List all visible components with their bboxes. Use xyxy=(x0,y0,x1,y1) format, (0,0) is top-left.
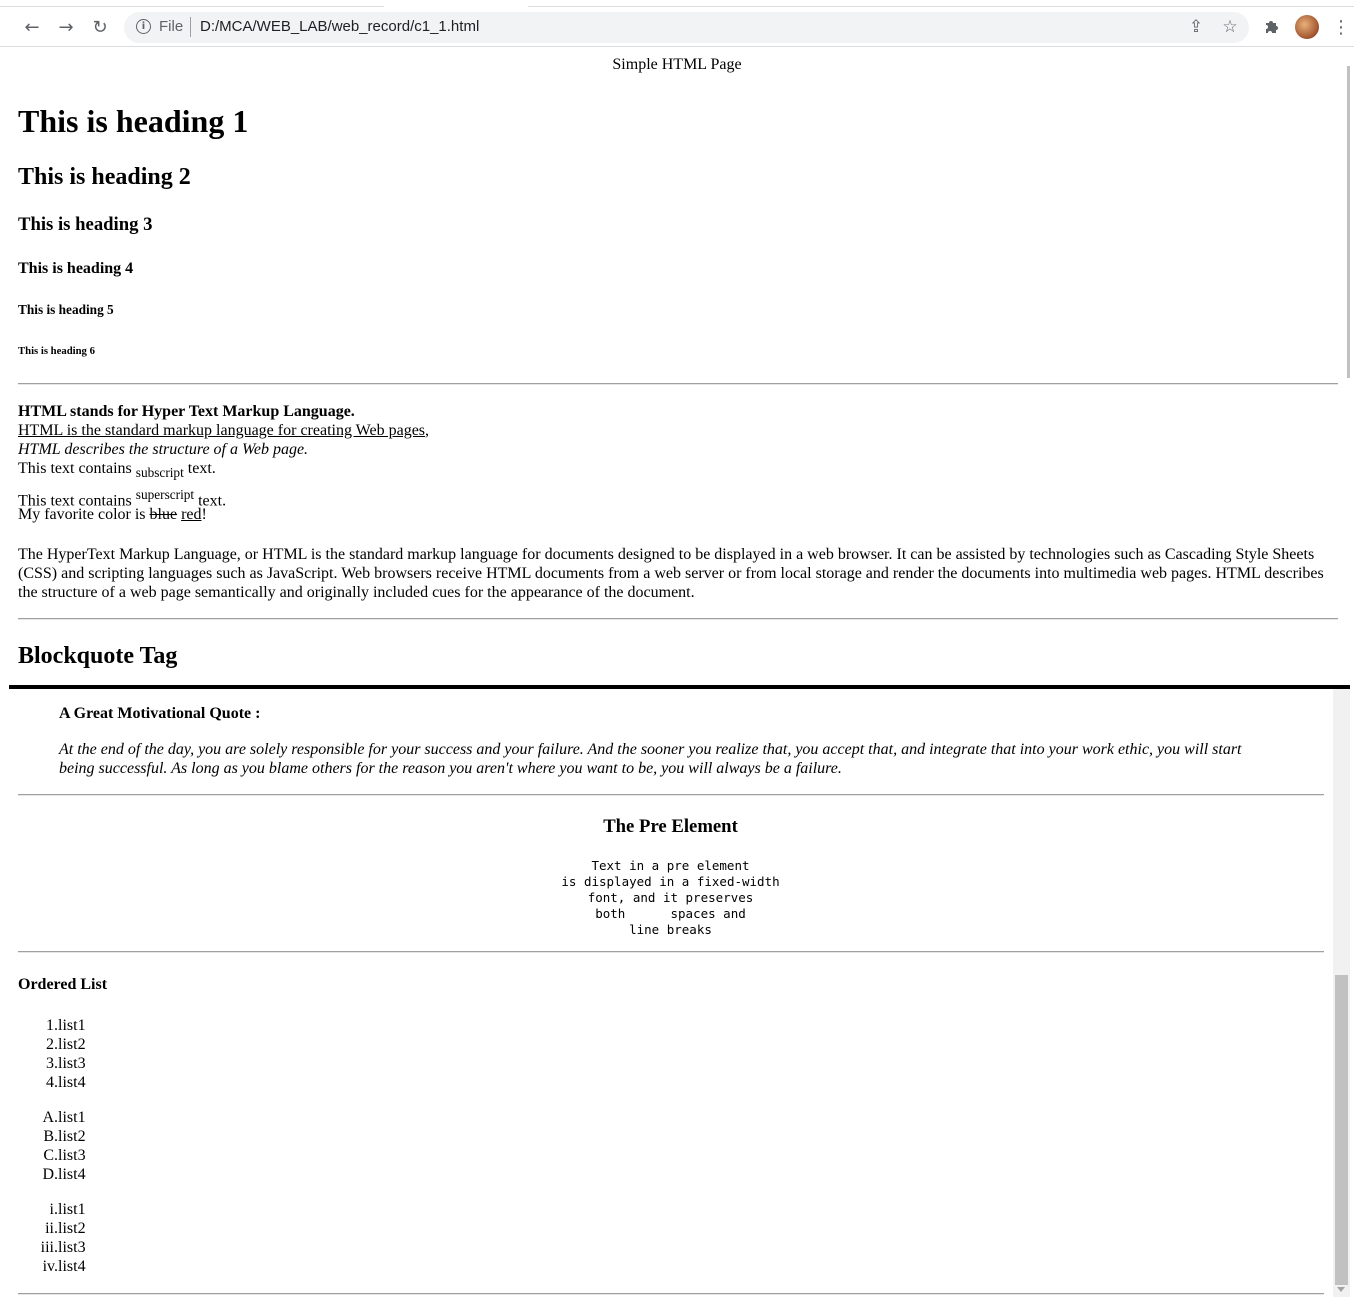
list-marker: 2. xyxy=(46,1036,58,1053)
list-item: i.list1 xyxy=(8,1201,86,1219)
list-item: iii.list3 xyxy=(8,1239,86,1257)
list-item: 1.list1 xyxy=(8,1017,86,1035)
subscript-prefix: This text contains xyxy=(18,460,136,477)
reload-icon[interactable]: ↻ xyxy=(87,14,113,40)
list-item-text: list3 xyxy=(58,1147,86,1164)
forward-arrow-icon[interactable]: → xyxy=(53,14,79,40)
list-item-text: list4 xyxy=(58,1074,86,1091)
ordered-list-title: Ordered List xyxy=(18,976,108,993)
screenshot-divider xyxy=(9,685,1350,689)
list-marker: i. xyxy=(49,1201,58,1218)
quote-heading: A Great Motivational Quote : xyxy=(59,705,261,722)
underline-comma: , xyxy=(425,422,430,439)
list-item: 4.list4 xyxy=(8,1074,86,1092)
horizontal-rule xyxy=(18,618,1338,620)
list-marker: A. xyxy=(42,1109,58,1126)
color-prefix: My favorite color is xyxy=(18,506,150,523)
list-item: C.list3 xyxy=(8,1147,86,1165)
tab-strip-edge xyxy=(0,6,384,7)
subscript-suffix: text. xyxy=(183,460,216,477)
share-icon[interactable]: ⇪ xyxy=(1186,17,1206,37)
page-title: Simple HTML Page xyxy=(612,56,742,73)
list-item-text: list1 xyxy=(58,1201,86,1218)
info-icon[interactable]: i xyxy=(136,19,151,34)
horizontal-rule xyxy=(18,951,1324,953)
heading-5: This is heading 5 xyxy=(18,302,114,317)
heading-1: This is heading 1 xyxy=(18,103,249,139)
horizontal-rule xyxy=(18,794,1324,796)
list-item-text: list2 xyxy=(58,1036,86,1053)
list-marker: iii. xyxy=(40,1239,58,1256)
pre-element-title: The Pre Element xyxy=(603,816,738,837)
list-item: B.list2 xyxy=(8,1128,86,1146)
list-marker: B. xyxy=(43,1128,58,1145)
list-marker: iv. xyxy=(42,1258,58,1275)
scrollbar-thumb[interactable] xyxy=(1347,66,1350,378)
list-marker: 1. xyxy=(46,1017,58,1034)
file-label: File xyxy=(159,18,184,35)
list-marker: D. xyxy=(42,1166,58,1183)
profile-avatar[interactable] xyxy=(1295,15,1319,39)
list-item-text: list2 xyxy=(58,1128,86,1145)
subscript-line: This text contains subscript text. xyxy=(18,460,216,481)
list-item: 3.list3 xyxy=(8,1055,86,1073)
address-separator xyxy=(190,17,191,37)
list-marker: 4. xyxy=(46,1074,58,1091)
horizontal-rule xyxy=(18,383,1338,385)
blockquote-text: At the end of the day, you are solely re… xyxy=(59,741,1242,777)
deleted-text: blue xyxy=(149,506,178,523)
list-item: ii.list2 xyxy=(8,1220,86,1238)
heading-2: This is heading 2 xyxy=(18,164,191,190)
browser-toolbar: ← → ↻ i File D:/MCA/WEB_LAB/web_record/c… xyxy=(0,0,1354,47)
scroll-down-arrow-icon[interactable] xyxy=(1337,1287,1345,1292)
list-item-text: list3 xyxy=(58,1239,86,1256)
favorite-color-line: My favorite color is blue red! xyxy=(18,506,207,524)
address-bar[interactable]: i File D:/MCA/WEB_LAB/web_record/c1_1.ht… xyxy=(124,12,1249,43)
tab-strip-edge xyxy=(528,6,1354,7)
list-marker: 3. xyxy=(46,1055,58,1072)
underlined-text-line: HTML is the standard markup language for… xyxy=(18,422,429,440)
list-item-text: list1 xyxy=(58,1109,86,1126)
heading-6: This is heading 6 xyxy=(18,345,95,357)
horizontal-rule xyxy=(18,1293,1324,1295)
pre-element-text: Text in a pre element is displayed in a … xyxy=(561,858,780,937)
superscript-text: superscript xyxy=(135,487,195,502)
list-item: iv.list4 xyxy=(8,1258,86,1276)
bold-text: HTML stands for Hyper Text Markup Langua… xyxy=(18,403,355,420)
underlined-text: HTML is the standard markup language for… xyxy=(18,422,426,439)
extensions-puzzle-icon[interactable] xyxy=(1259,14,1285,40)
list-marker: C. xyxy=(43,1147,58,1164)
list-item: 2.list2 xyxy=(8,1036,86,1054)
list-marker: ii. xyxy=(45,1220,58,1237)
italic-text: HTML describes the structure of a Web pa… xyxy=(18,441,309,458)
blockquote-heading: Blockquote Tag xyxy=(18,643,178,669)
list-item-text: list2 xyxy=(58,1220,86,1237)
star-icon[interactable]: ☆ xyxy=(1220,17,1240,37)
list-item-text: list1 xyxy=(58,1017,86,1034)
list-item: D.list4 xyxy=(8,1166,86,1184)
list-item-text: list4 xyxy=(58,1166,86,1183)
scrollbar-thumb[interactable] xyxy=(1335,975,1348,1285)
color-suffix: ! xyxy=(201,506,207,523)
subscript-text: subscript xyxy=(135,465,184,481)
html-description-paragraph: The HyperText Markup Language, or HTML i… xyxy=(18,546,1324,601)
inserted-text: red xyxy=(181,506,202,523)
list-item-text: list3 xyxy=(58,1055,86,1072)
list-item-text: list4 xyxy=(58,1258,86,1275)
url-text[interactable]: D:/MCA/WEB_LAB/web_record/c1_1.html xyxy=(200,18,479,35)
heading-4: This is heading 4 xyxy=(18,260,134,277)
heading-3: This is heading 3 xyxy=(18,214,153,235)
list-item: A.list1 xyxy=(8,1109,86,1127)
menu-kebab-icon[interactable]: ⋮ xyxy=(1328,14,1354,40)
back-arrow-icon[interactable]: ← xyxy=(19,14,45,40)
